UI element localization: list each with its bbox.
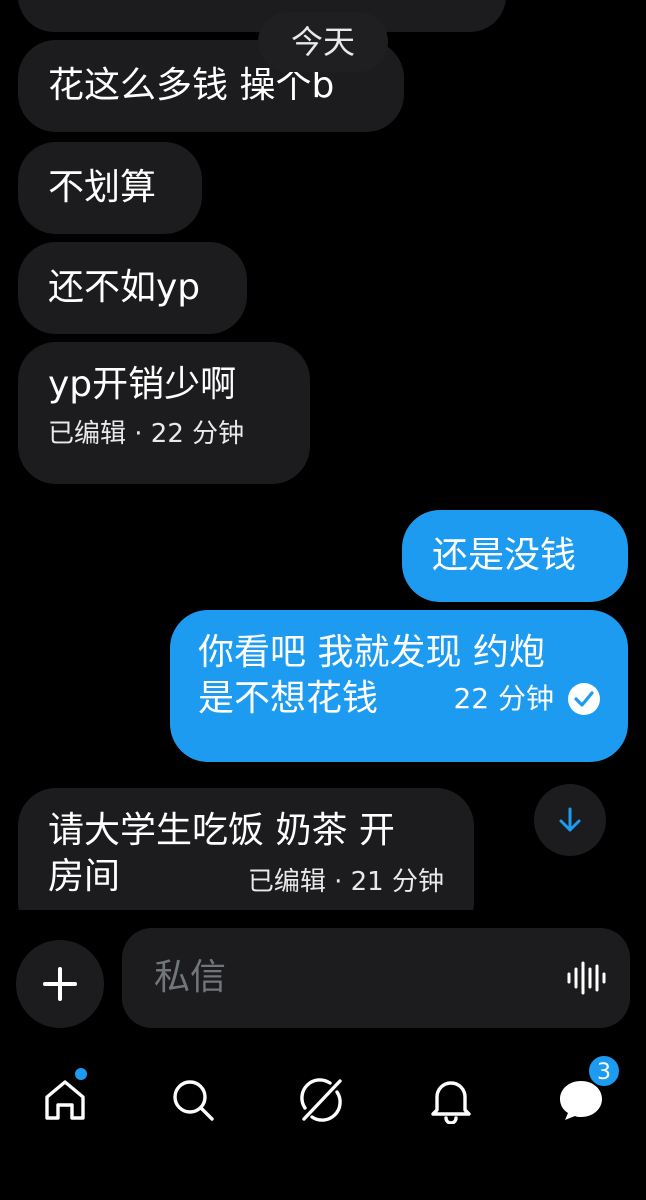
- waveform-icon[interactable]: [566, 960, 606, 996]
- scroll-to-bottom-button[interactable]: [534, 784, 606, 856]
- bell-icon: [431, 1081, 471, 1124]
- message-text: 你看吧 我就发现 约炮: [198, 632, 545, 673]
- message-text: yp开销少啊: [48, 364, 237, 405]
- tab-messages[interactable]: 3: [549, 1054, 621, 1132]
- message-text: 还是没钱: [432, 535, 577, 576]
- message-meta: 已编辑 · 22 分钟: [48, 419, 245, 449]
- tab-search[interactable]: [161, 1068, 225, 1132]
- add-attachment-button[interactable]: [16, 940, 104, 1028]
- message-bubble-sent[interactable]: 还是没钱: [402, 510, 628, 602]
- search-icon: [173, 1080, 214, 1121]
- dm-screen: 花这么多钱 操个b 今天 不划算 还不如yp yp开销少啊 已编辑 · 22 分…: [0, 0, 646, 1200]
- tab-grok[interactable]: [289, 1068, 353, 1132]
- home-notification-dot: [75, 1068, 87, 1080]
- message-text: 是不想花钱: [198, 678, 379, 719]
- message-input-placeholder: 私信: [154, 957, 227, 998]
- message-bubble[interactable]: 不划算: [18, 142, 202, 234]
- grok-icon: [300, 1078, 342, 1122]
- message-text: 请大学生吃饭 奶茶 开: [48, 810, 395, 851]
- messages-badge: 3: [587, 1054, 621, 1088]
- message-time: 22 分钟: [453, 682, 554, 715]
- home-icon: [45, 1080, 85, 1120]
- message-bubble-sent[interactable]: 你看吧 我就发现 约炮 是不想花钱 22 分钟: [170, 610, 628, 762]
- date-separator: 今天: [258, 12, 388, 72]
- message-bubble[interactable]: 请大学生吃饭 奶茶 开 房间 已编辑 · 21 分钟: [18, 788, 474, 910]
- conversation[interactable]: 花这么多钱 操个b 今天 不划算 还不如yp yp开销少啊 已编辑 · 22 分…: [0, 0, 646, 910]
- message-input[interactable]: 私信: [122, 928, 630, 1028]
- arrow-down-icon: [559, 807, 581, 832]
- check-circle-icon: [568, 683, 600, 715]
- tab-bar: 3: [0, 1040, 646, 1200]
- message-text: 还不如yp: [48, 267, 201, 308]
- tab-notifications[interactable]: [419, 1068, 483, 1132]
- message-meta: 已编辑 · 21 分钟: [247, 867, 444, 897]
- tab-home[interactable]: [33, 1068, 97, 1132]
- plus-icon: [43, 967, 77, 1001]
- message-bubble[interactable]: yp开销少啊 已编辑 · 22 分钟: [18, 342, 310, 484]
- message-text: 不划算: [48, 167, 157, 208]
- message-text: 房间: [48, 856, 121, 897]
- message-bubble[interactable]: 还不如yp: [18, 242, 247, 334]
